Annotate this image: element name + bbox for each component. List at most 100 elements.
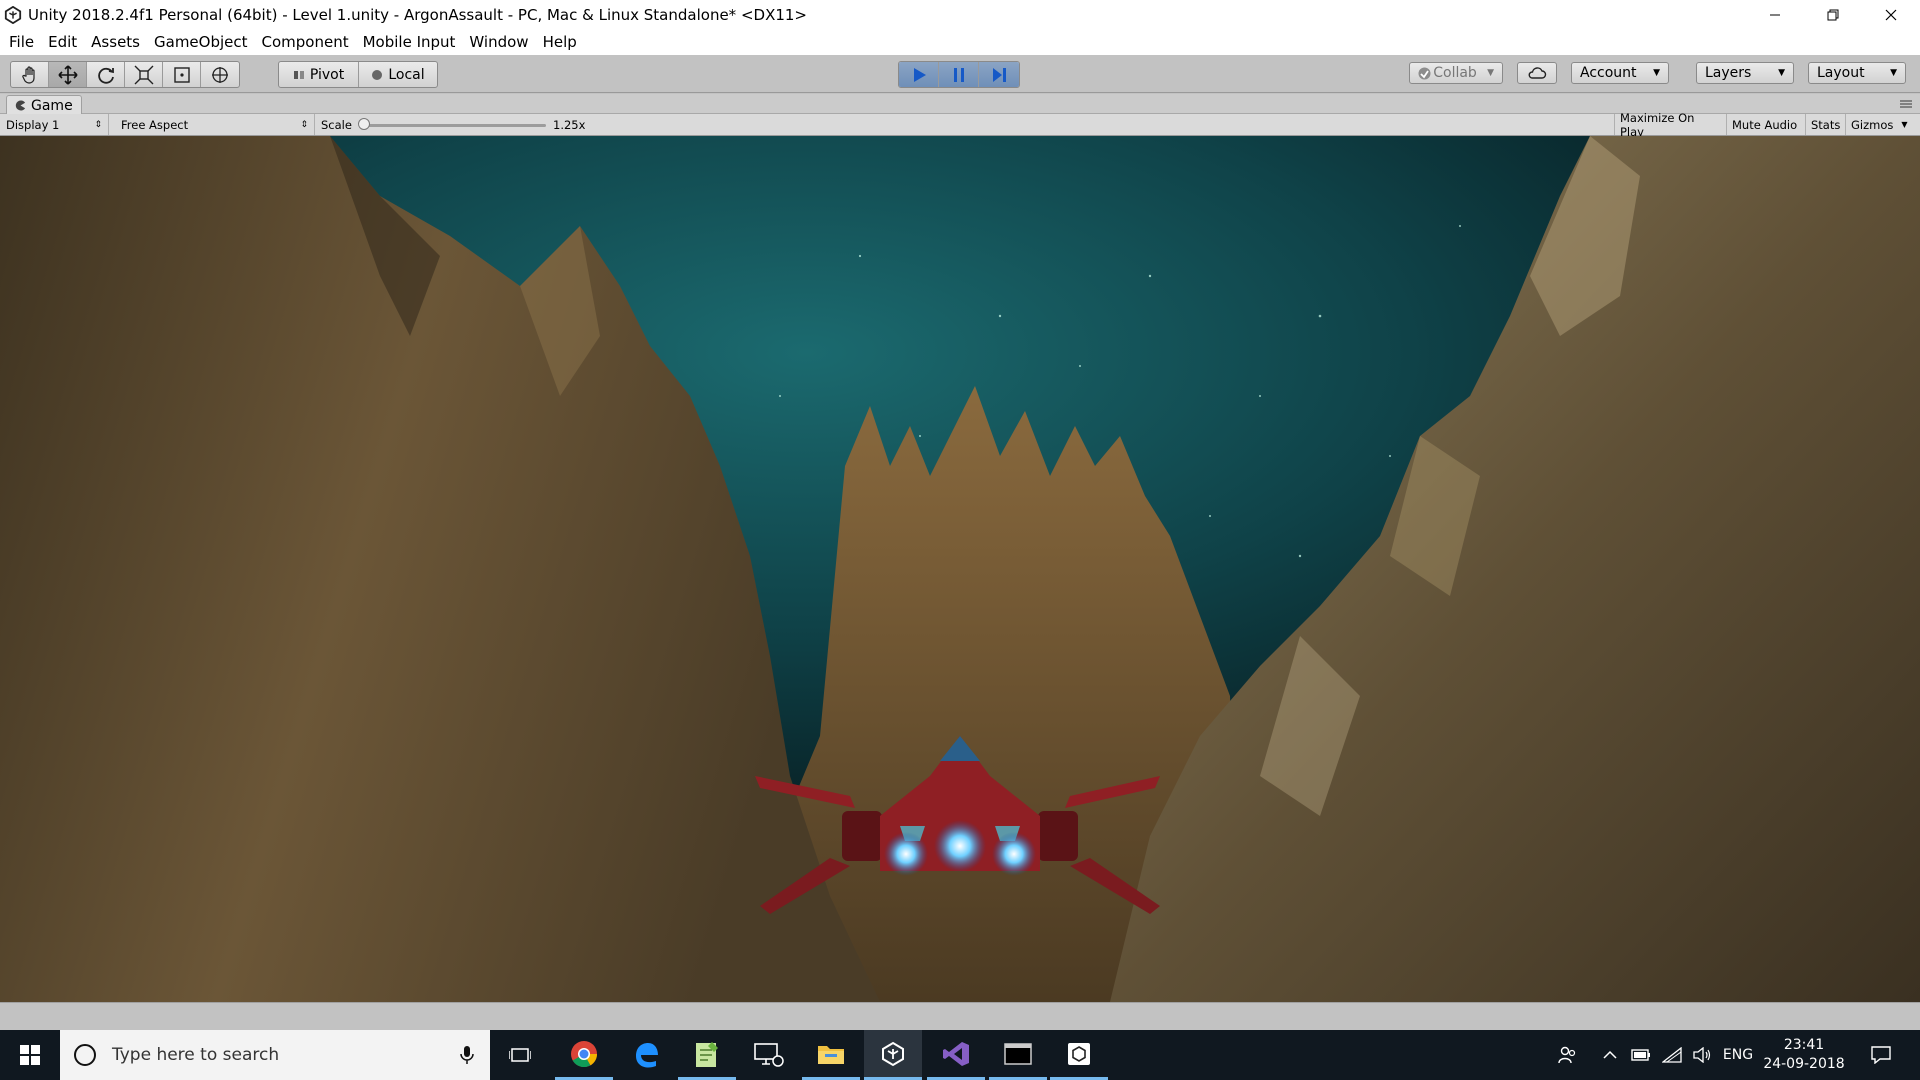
clock[interactable]: 23:41 24-09-2018	[1760, 1030, 1848, 1080]
taskbar-remote-desktop[interactable]	[740, 1030, 798, 1080]
menu-bar: File Edit Assets GameObject Component Mo…	[0, 29, 1920, 55]
local-toggle[interactable]: Local	[359, 62, 437, 87]
restore-button[interactable]	[1804, 0, 1862, 29]
scale-slider-track[interactable]	[362, 124, 546, 127]
start-button[interactable]	[0, 1030, 60, 1080]
pacman-icon	[15, 100, 26, 111]
menu-gameobject[interactable]: GameObject	[147, 33, 255, 51]
scale-icon	[134, 65, 153, 84]
rect-tool-button[interactable]	[163, 62, 201, 87]
menu-mobile-input[interactable]: Mobile Input	[356, 33, 463, 51]
gizmos-label: Gizmos	[1851, 117, 1894, 132]
taskbar-terminal[interactable]	[989, 1030, 1047, 1080]
tab-game[interactable]: Game	[6, 95, 82, 115]
layout-dropdown[interactable]: Layout ▼	[1808, 62, 1906, 84]
taskbar-visual-studio[interactable]	[927, 1030, 985, 1080]
edge-icon	[636, 1043, 658, 1068]
restore-icon	[1827, 9, 1839, 20]
account-dropdown[interactable]: Account ▼	[1571, 62, 1669, 84]
minimize-button[interactable]	[1746, 0, 1804, 29]
display-dropdown[interactable]: Display 1 ⇕	[0, 114, 109, 135]
game-view-render[interactable]	[0, 136, 1920, 1002]
gizmos-dropdown[interactable]: Gizmos ▼	[1845, 114, 1920, 135]
taskbar-chrome[interactable]	[555, 1030, 613, 1080]
cloud-icon	[1528, 67, 1547, 79]
mute-audio-toggle[interactable]: Mute Audio	[1726, 114, 1805, 135]
chevron-down-icon: ▼	[1778, 68, 1785, 78]
unity-icon	[882, 1041, 904, 1066]
terminal-icon	[1004, 1042, 1032, 1065]
chevron-down-icon: ▼	[1487, 68, 1494, 78]
pivot-local-group: Pivot Local	[278, 61, 438, 88]
step-icon	[993, 67, 1006, 82]
network-button[interactable]	[1658, 1030, 1686, 1080]
close-button[interactable]	[1862, 0, 1920, 29]
stats-toggle[interactable]: Stats	[1805, 114, 1845, 135]
account-label: Account	[1580, 65, 1637, 81]
playback-controls	[898, 61, 1020, 88]
tab-game-label: Game	[31, 97, 73, 114]
transform-tools	[10, 61, 240, 88]
close-icon	[1885, 9, 1897, 20]
scale-tool-button[interactable]	[125, 62, 163, 87]
chevron-up-icon	[1603, 1050, 1617, 1059]
pivot-toggle[interactable]: Pivot	[279, 62, 359, 87]
unity-hub-icon	[1068, 1042, 1090, 1065]
scale-slider-thumb[interactable]	[358, 118, 370, 130]
taskbar-unity[interactable]	[864, 1030, 922, 1080]
scale-label: Scale	[321, 118, 352, 132]
layout-label: Layout	[1817, 65, 1865, 81]
visual-studio-icon	[943, 1041, 969, 1066]
speaker-icon	[1693, 1047, 1711, 1063]
taskbar-file-explorer[interactable]	[802, 1030, 860, 1080]
chevron-down-icon: ▼	[1901, 120, 1908, 129]
menu-component[interactable]: Component	[255, 33, 356, 51]
battery-icon	[1631, 1049, 1650, 1061]
monitor-gear-icon	[754, 1043, 784, 1067]
rotate-tool-button[interactable]	[87, 62, 125, 87]
action-center-button[interactable]	[1858, 1030, 1904, 1080]
aspect-label: Free Aspect	[121, 117, 189, 132]
search-box[interactable]: Type here to search	[60, 1030, 490, 1080]
maximize-on-play-label: Maximize On Play	[1620, 110, 1695, 139]
move-tool-button[interactable]	[49, 62, 87, 87]
people-button[interactable]	[1552, 1030, 1584, 1080]
taskbar-notepad[interactable]	[678, 1030, 736, 1080]
task-view-button[interactable]	[491, 1030, 549, 1080]
transform-tool-button[interactable]	[201, 62, 239, 87]
window-title: Unity 2018.2.4f1 Personal (64bit) - Leve…	[28, 5, 807, 24]
volume-button[interactable]	[1688, 1030, 1716, 1080]
menu-file[interactable]: File	[2, 33, 41, 51]
menu-window[interactable]: Window	[462, 33, 535, 51]
pause-button[interactable]	[939, 62, 979, 87]
windows-taskbar: Type here to search ENG 23:41 24-09-2018	[0, 1030, 1920, 1080]
panel-menu-icon[interactable]	[1900, 99, 1912, 109]
cloud-button[interactable]	[1517, 62, 1557, 84]
language-label: ENG	[1722, 1047, 1754, 1063]
microphone-icon[interactable]	[460, 1045, 474, 1065]
show-hidden-icons-button[interactable]	[1596, 1030, 1624, 1080]
updown-icon: ⇕	[300, 119, 308, 130]
menu-help[interactable]: Help	[536, 33, 584, 51]
battery-button[interactable]	[1627, 1030, 1655, 1080]
collab-dropdown[interactable]: Collab ▼	[1409, 62, 1503, 84]
window-titlebar: Unity 2018.2.4f1 Personal (64bit) - Leve…	[0, 0, 1920, 29]
play-button[interactable]	[899, 62, 939, 87]
language-indicator[interactable]: ENG	[1720, 1030, 1756, 1080]
hand-tool-button[interactable]	[11, 62, 49, 87]
aspect-dropdown[interactable]: Free Aspect ⇕	[115, 114, 315, 135]
maximize-on-play-toggle[interactable]: Maximize On Play	[1614, 111, 1726, 139]
taskbar-unity-hub[interactable]	[1050, 1030, 1108, 1080]
step-button[interactable]	[979, 62, 1019, 87]
local-label: Local	[388, 66, 425, 83]
collab-label: Collab	[1433, 65, 1477, 81]
unity-logo-icon	[4, 5, 22, 24]
stats-label: Stats	[1811, 117, 1841, 132]
menu-assets[interactable]: Assets	[84, 33, 147, 51]
scale-value: 1.25x	[553, 118, 586, 132]
menu-edit[interactable]: Edit	[41, 33, 84, 51]
layers-dropdown[interactable]: Layers ▼	[1696, 62, 1794, 84]
taskbar-edge[interactable]	[617, 1030, 675, 1080]
cortana-icon	[74, 1044, 96, 1066]
game-scene	[0, 136, 1920, 1002]
